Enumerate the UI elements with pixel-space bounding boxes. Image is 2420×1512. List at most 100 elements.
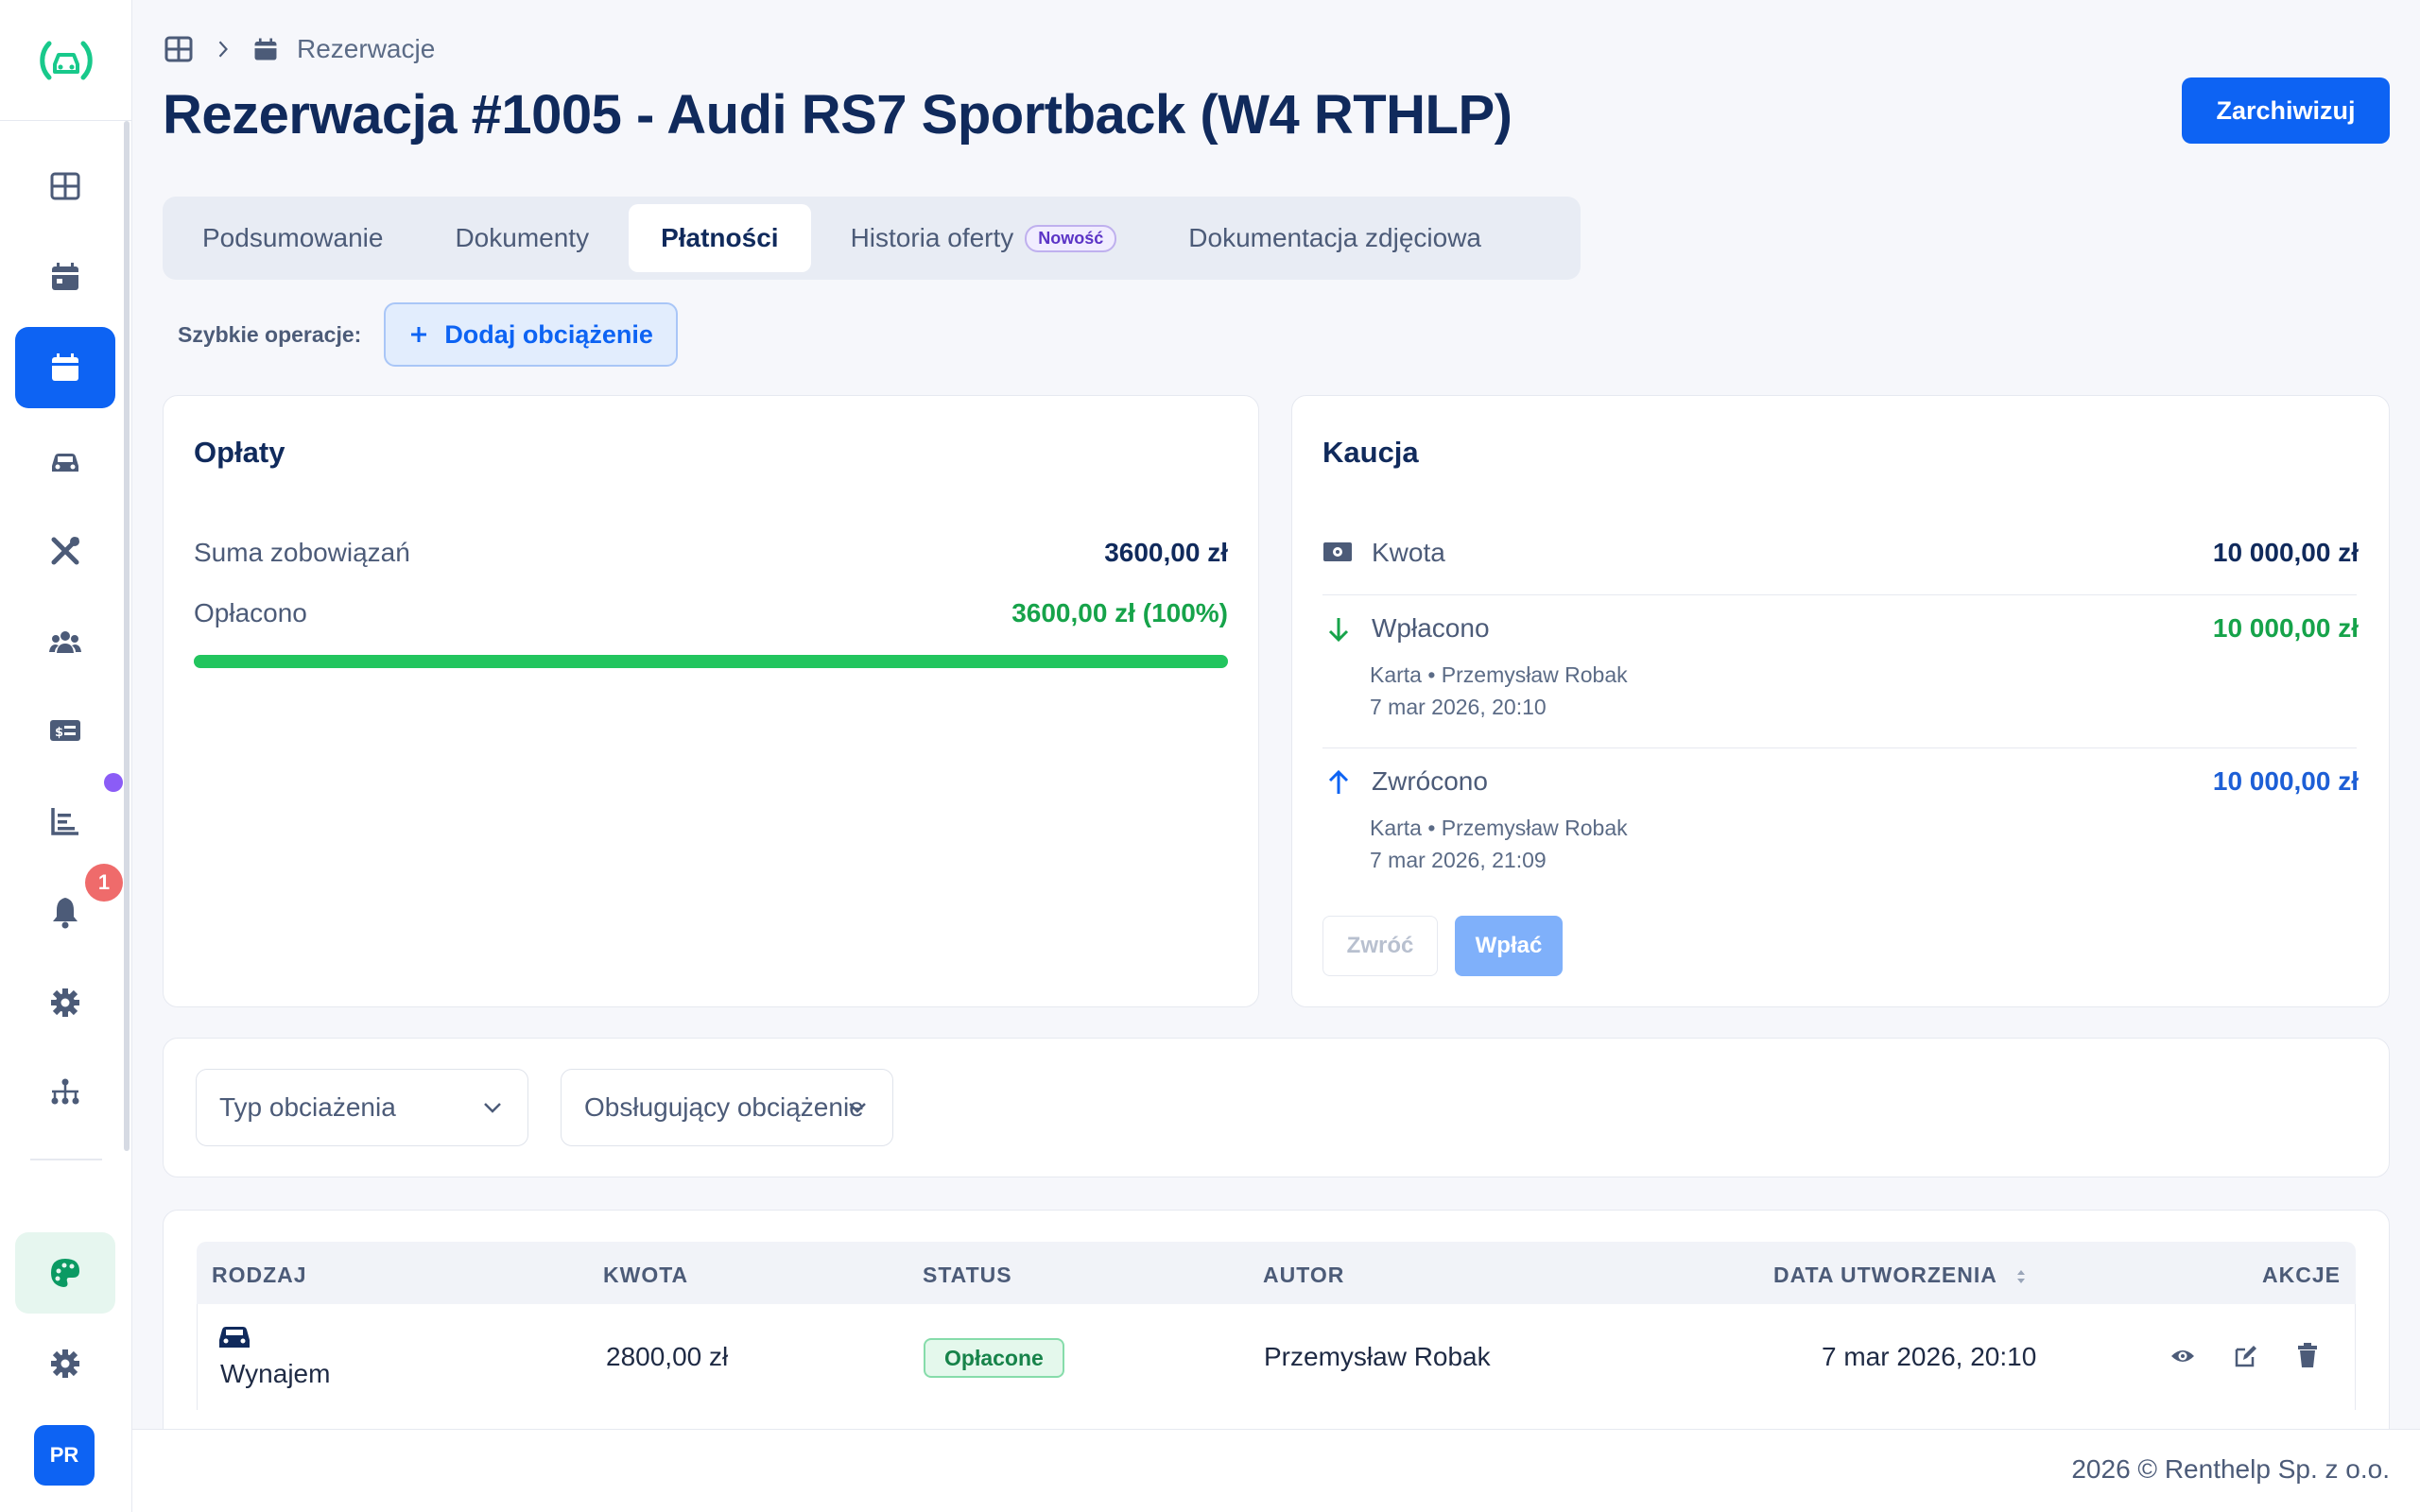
arrow-up-icon: [1328, 769, 1349, 794]
row-author: Przemysław Robak: [1264, 1342, 1491, 1371]
column-amount[interactable]: KWOTA: [603, 1263, 688, 1288]
calendar-icon: [254, 38, 277, 60]
deposit-title: Kaucja: [1322, 436, 1419, 469]
tab-summary[interactable]: Podsumowanie: [170, 204, 415, 272]
add-charge-button[interactable]: Dodaj obciążenie: [384, 302, 678, 367]
app-logo[interactable]: [0, 0, 132, 121]
returned-value: 10 000,00 zł: [2212, 766, 2359, 796]
total-value: 3600,00 zł: [1104, 538, 1228, 567]
paid-value: 3600,00 zł (100%): [1011, 598, 1228, 627]
tab-photo-documentation[interactable]: Dokumentacja zdjęciowa: [1156, 204, 1513, 272]
column-created-date[interactable]: DATA UTWORZENIA: [1773, 1263, 2028, 1288]
column-type[interactable]: RODZAJ: [212, 1263, 307, 1288]
column-author[interactable]: AUTOR: [1263, 1263, 1344, 1288]
chart-icon: [51, 808, 78, 835]
car-icon: [52, 454, 78, 472]
quick-operations-label: Szybkie operacje:: [178, 321, 362, 347]
plus-icon: [411, 327, 427, 342]
archive-button[interactable]: Zarchiwizuj: [2182, 77, 2390, 144]
users-icon: [49, 631, 81, 653]
returned-method: Karta • Przemysław Robak: [1370, 816, 1628, 840]
tools-icon: [51, 537, 79, 565]
row-type: Wynajem: [220, 1359, 331, 1388]
nav-billing[interactable]: $: [15, 690, 115, 771]
dashboard-icon: [50, 172, 80, 200]
tab-offer-history-label: Historia oferty: [850, 223, 1014, 252]
breadcrumb: Rezerwacje: [163, 30, 435, 68]
deposited-label: Wpłacono: [1372, 613, 1490, 643]
deposited-date: 7 mar 2026, 20:10: [1370, 695, 1547, 719]
nav-integrations[interactable]: [15, 1051, 115, 1132]
gear-icon: [51, 988, 79, 1017]
integrations-icon: [51, 1078, 79, 1105]
chevron-down-icon: [484, 1103, 501, 1113]
view-eye-icon[interactable]: [2169, 1344, 2196, 1368]
return-deposit-button[interactable]: Zwróć: [1322, 916, 1438, 976]
tab-documents[interactable]: Dokumenty: [423, 204, 621, 272]
chevron-right-icon: [218, 41, 228, 58]
sidebar-scrollbar[interactable]: [124, 121, 130, 1151]
table-row: Wynajem 2800,00 zł Opłacone Przemysław R…: [197, 1304, 2356, 1410]
add-charge-label: Dodaj obciążenie: [444, 319, 653, 349]
quick-operations: Szybkie operacje: Dodaj obciążenie: [178, 302, 678, 367]
dashboard-icon[interactable]: [163, 33, 195, 65]
arrow-down-icon: [1328, 618, 1349, 643]
pay-deposit-button[interactable]: Wpłać: [1455, 916, 1563, 976]
svg-text:$: $: [55, 726, 63, 740]
fees-title: Opłaty: [194, 436, 285, 469]
tab-payments[interactable]: Płatności: [629, 204, 811, 272]
column-actions: AKCJE: [2262, 1263, 2341, 1287]
theme-button[interactable]: [15, 1232, 115, 1314]
page-title: Rezerwacja #1005 - Audi RS7 Sportback (W…: [163, 84, 1512, 146]
bell-icon: [53, 898, 78, 929]
logo-icon: [40, 41, 93, 79]
notification-count-badge: 1: [85, 864, 123, 902]
returned-date: 7 mar 2026, 21:09: [1370, 848, 1547, 872]
deposited-value: 10 000,00 zł: [2212, 613, 2359, 643]
tab-offer-history[interactable]: Historia oferty Nowość: [819, 204, 1150, 272]
nav-service[interactable]: [15, 510, 115, 592]
deposit-amount-label: Kwota: [1372, 538, 1445, 567]
charge-handler-select-label: Obsługujący obciążenie: [584, 1092, 864, 1122]
nav-settings[interactable]: [15, 962, 115, 1043]
sidebar: $ 1 PR: [0, 0, 132, 1512]
separator: [1322, 747, 2357, 748]
nav-reservations[interactable]: [15, 327, 115, 408]
deposit-card: Kaucja Kwota 10 000,00 zł Wpłacono 10 00…: [1291, 395, 2390, 1007]
user-avatar[interactable]: PR: [34, 1425, 95, 1486]
new-badge: Nowość: [1025, 224, 1117, 252]
delete-trash-icon[interactable]: [2296, 1342, 2319, 1368]
column-created-date-label: DATA UTWORZENIA: [1773, 1263, 1997, 1287]
returned-label: Zwrócono: [1372, 766, 1488, 796]
footer-copyright: 2026 © Renthelp Sp. z o.o.: [2071, 1454, 2390, 1484]
separator: [1322, 594, 2357, 595]
charge-type-select-label: Typ obciażenia: [219, 1092, 396, 1122]
nav-customers[interactable]: [15, 601, 115, 682]
edit-icon[interactable]: [2234, 1344, 2258, 1368]
sort-icon: [2017, 1269, 2026, 1283]
charge-handler-select[interactable]: Obsługujący obciążenie: [561, 1069, 893, 1146]
row-amount: 2800,00 zł: [606, 1342, 729, 1371]
calendar-icon: [52, 263, 78, 290]
nav-cars[interactable]: [15, 420, 115, 501]
paid-label: Opłacono: [194, 598, 307, 627]
nav-dashboard[interactable]: [15, 146, 115, 227]
charge-type-select[interactable]: Typ obciażenia: [196, 1069, 528, 1146]
column-status[interactable]: STATUS: [923, 1263, 1012, 1288]
breadcrumb-reservations[interactable]: Rezerwacje: [297, 34, 435, 64]
nav-calendar[interactable]: [15, 236, 115, 318]
palette-icon: [51, 1259, 79, 1287]
deposit-amount-value: 10 000,00 zł: [2212, 538, 2359, 567]
reservations-calendar-icon: [52, 353, 78, 381]
tab-bar: Podsumowanie Dokumenty Płatności Histori…: [163, 197, 1581, 280]
nav-reports[interactable]: [15, 781, 115, 862]
chevron-down-icon: [849, 1103, 866, 1113]
account-settings-button[interactable]: [15, 1323, 115, 1404]
gear-icon: [51, 1349, 79, 1378]
status-badge: Opłacone: [924, 1338, 1064, 1378]
billing-card-icon: $: [50, 720, 80, 741]
total-label: Suma zobowiązań: [194, 538, 410, 567]
sidebar-divider: [30, 1159, 102, 1160]
deposited-method: Karta • Przemysław Robak: [1370, 662, 1628, 687]
paid-progress-fill: [194, 655, 1228, 668]
